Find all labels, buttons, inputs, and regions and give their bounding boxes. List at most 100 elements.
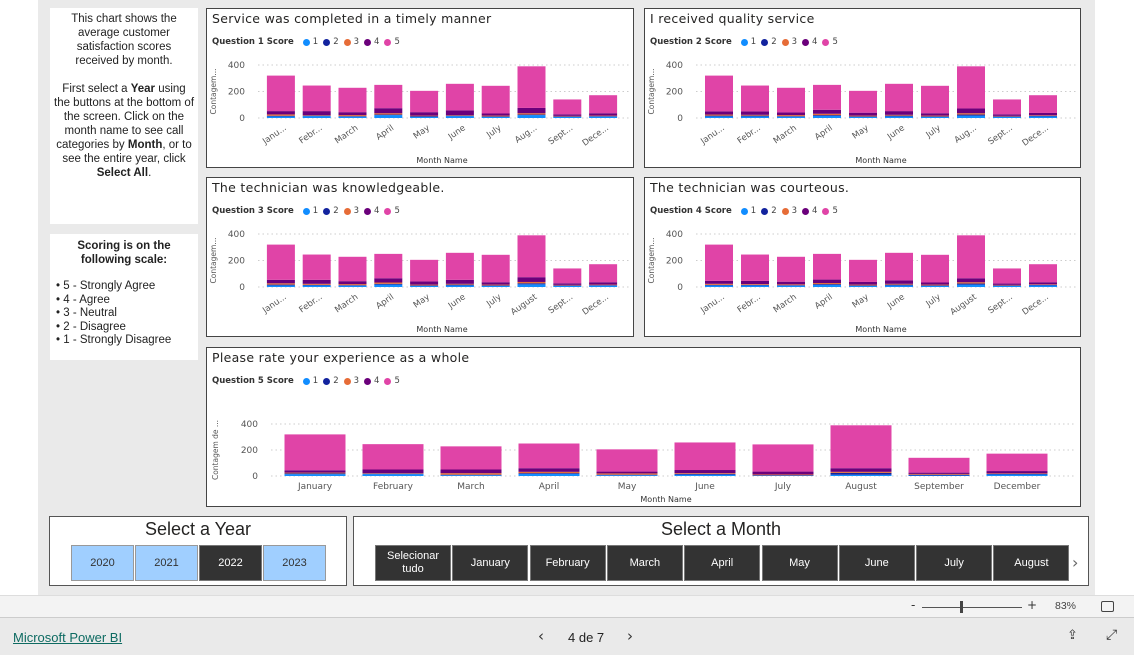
year-button-2020[interactable]: 2020 [71,545,134,581]
month-button[interactable]: May [761,545,838,581]
x-tick-label: May [618,482,637,492]
bar-segment-5 [813,84,841,110]
bar-segment-1 [777,285,805,287]
bar-segment-1 [266,116,295,118]
bar-segment-5 [674,442,736,471]
bar-segment-5 [752,444,814,472]
x-tick-label: Febr... [297,292,324,315]
bar-segment-2 [1029,284,1057,286]
zoom-out-button[interactable]: - [911,598,915,612]
bar-segment-1 [284,474,346,476]
x-tick-label: July [924,292,943,310]
bar-segment-4 [885,111,913,115]
x-tick-label: Febr... [297,123,324,146]
scale-item: • 3 - Neutral [56,307,117,319]
bar-segment-5 [553,268,582,284]
chart-q4[interactable]: The technician was courteous. Question 4 … [644,177,1081,337]
month-button[interactable]: January [452,545,529,581]
bar-segment-1 [266,285,295,287]
scale-textbox: Scoring is on the following scale: • 5 -… [50,234,198,360]
bar-segment-5 [921,85,949,114]
chart-q5[interactable]: Please rate your experience as a whole Qu… [206,347,1081,507]
bar-segment-2 [921,285,949,286]
zoom-slider-thumb[interactable] [960,601,963,613]
bar-segment-3 [885,114,913,116]
bar-segment-2 [338,285,367,286]
bar-segment-3 [517,113,546,115]
bar-segment-1 [374,115,403,118]
bar-segment-2 [885,284,913,286]
bar-segment-3 [993,284,1021,286]
x-tick-label: February [373,482,414,492]
bar-segment-4 [921,282,949,285]
x-tick-label: Janu... [260,292,288,316]
x-axis-label: Month Name [640,495,691,504]
chart-q2[interactable]: I received quality service Question 2 Sco… [644,8,1081,168]
month-button[interactable]: Selecionar tudo [375,545,451,581]
x-tick-label: Janu... [260,123,288,147]
share-icon[interactable]: ⇪ [1067,628,1078,643]
footer: Microsoft Power BI ‹ 4 de 7 › ⇪ ⤢ [0,618,1134,655]
bar-segment-1 [993,285,1021,287]
text: 5 - Strongly Agree [63,280,156,292]
year-slicer-title: Select a Year [144,519,252,539]
x-tick-label: Febr... [736,292,763,315]
y-tick-label: 400 [228,230,245,240]
bar-segment-3 [908,473,970,475]
power-bi-link[interactable]: Microsoft Power BI [13,630,122,645]
bar-segment-2 [302,115,331,117]
month-button[interactable]: March [606,545,683,581]
bar-segment-4 [410,112,439,116]
chart-q1[interactable]: Service was completed in a timely manner… [206,8,634,168]
bar-segment-3 [921,284,949,286]
bar-segment-1 [338,285,367,287]
bar-segment-1 [445,285,474,287]
chevron-right-icon[interactable]: › [1072,553,1078,572]
bar-segment-3 [410,115,439,117]
chart-q3[interactable]: The technician was knowledgeable. Questio… [206,177,634,337]
bar-segment-5 [589,264,618,283]
text: 4 - Agree [63,293,110,306]
bar-segment-1 [705,116,733,118]
bar-segment-2 [741,284,769,286]
bar-segment-3 [284,472,346,474]
month-button[interactable]: June [838,545,915,581]
bar-segment-5 [596,449,658,472]
bar-segment-5 [266,75,295,112]
next-page-icon[interactable]: › [627,627,633,645]
bar-segment-4 [481,113,510,116]
year-button-2023[interactable]: 2023 [263,545,326,581]
bar-segment-2 [752,475,814,476]
bar-segment-5 [1029,264,1057,283]
previous-page-icon[interactable]: ‹ [538,627,544,645]
x-tick-label: Janu... [698,123,726,147]
fit-page-icon[interactable] [1101,601,1114,612]
x-tick-label: May [851,292,871,310]
bar-segment-2 [410,116,439,117]
year-button-2022[interactable]: 2022 [199,545,262,581]
y-tick-label: 400 [666,230,683,240]
y-tick-label: 200 [666,257,683,267]
month-button[interactable]: July [916,545,993,581]
x-tick-label: August [509,292,540,318]
bar-segment-2 [266,284,295,286]
bar-segment-4 [813,279,841,284]
bar-segment-3 [885,283,913,285]
bar-segment-3 [674,473,736,474]
bar-segment-3 [830,471,892,473]
month-button[interactable]: April [684,545,761,581]
month-button[interactable]: February [529,545,606,581]
x-tick-label: March [457,482,484,492]
fullscreen-icon[interactable]: ⤢ [1106,627,1117,643]
bar-segment-1 [553,116,582,118]
year-button-2021[interactable]: 2021 [135,545,198,581]
month-button[interactable]: August [993,545,1070,581]
bar-segment-5 [741,85,769,112]
chart-plot: 0 200 400 Contagem... Janu... Febr... March Apr… [647,230,1076,334]
zoom-slider[interactable] [922,607,1022,608]
x-tick-label: May [851,123,871,141]
bar-segment-1 [589,116,618,118]
bar-segment-3 [921,115,949,117]
bar-segment-5 [830,425,892,469]
zoom-in-button[interactable]: + [1027,598,1037,612]
